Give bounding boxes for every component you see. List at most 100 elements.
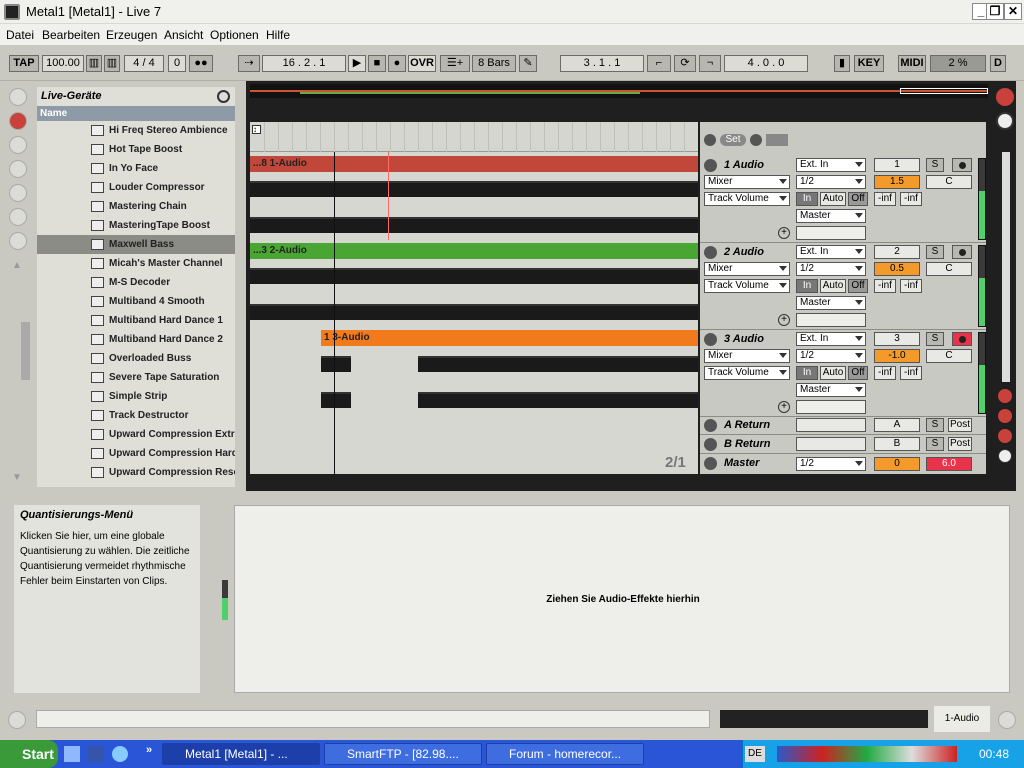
monitor-off-button[interactable]: Off (848, 279, 868, 293)
track-activator-button[interactable]: 2 (874, 245, 920, 259)
fold-icon[interactable] (704, 159, 717, 172)
loop-length-field[interactable]: 4 . 0 . 0 (724, 55, 808, 72)
return-a-input-field[interactable] (796, 418, 866, 432)
automation-device-dropdown[interactable]: Mixer (704, 349, 790, 363)
clip-1-header[interactable]: ...8 1-Audio (250, 156, 698, 172)
clip-3-waveform-bottom-a[interactable] (321, 392, 351, 408)
send-b-field[interactable]: -inf (900, 279, 922, 293)
session-view-icon[interactable] (996, 88, 1014, 106)
nudge-up-button[interactable]: ▥ (104, 55, 120, 72)
previous-locator-icon[interactable] (704, 134, 716, 146)
output-channel-field[interactable] (796, 226, 866, 240)
device-list-item[interactable]: In Yo Face (37, 159, 235, 178)
automation-device-dropdown[interactable]: Mixer (704, 262, 790, 276)
master-track[interactable]: Master 1/2 0 6.0 (700, 454, 986, 474)
add-lane-icon[interactable]: + (778, 227, 790, 239)
midi-map-button[interactable]: MIDI (898, 55, 926, 72)
monitor-off-button[interactable]: Off (848, 192, 868, 206)
ie-icon[interactable] (112, 746, 128, 762)
arm-record-button[interactable] (952, 158, 972, 172)
draw-mode-button[interactable]: ✎ (519, 55, 537, 72)
play-preview-icon[interactable] (9, 88, 27, 106)
arm-record-button[interactable] (952, 245, 972, 259)
sends-toggle-icon[interactable] (998, 409, 1012, 423)
device-list-item[interactable]: Maxwell Bass (37, 235, 235, 254)
quantize-menu-icon[interactable]: ☰+ (440, 55, 470, 72)
clip-1-waveform-bottom[interactable] (250, 217, 698, 233)
menu-ansicht[interactable]: Ansicht (164, 28, 203, 42)
zoom-icon[interactable]: ↕ (252, 125, 261, 134)
browser-scrollbar[interactable] (21, 322, 30, 380)
return-a-number[interactable]: A (874, 418, 920, 432)
automation-parameter-dropdown[interactable]: Track Volume (704, 192, 790, 206)
follow-button[interactable]: ⇢ (238, 55, 260, 72)
tray-icons[interactable] (777, 746, 957, 762)
track-volume-field[interactable]: 0.5 (874, 262, 920, 276)
menu-bearbeiten[interactable]: Bearbeiten (42, 28, 100, 42)
input-type-dropdown[interactable]: Ext. In (796, 158, 866, 172)
punch-out-button[interactable]: ¬ (699, 55, 721, 72)
automation-parameter-dropdown[interactable]: Track Volume (704, 366, 790, 380)
file-browser-2-icon[interactable] (9, 184, 27, 202)
clip-2-waveform-top[interactable] (250, 268, 698, 284)
monitor-auto-button[interactable]: Auto (820, 366, 846, 380)
fold-icon[interactable] (704, 438, 717, 451)
track-name[interactable]: 3 Audio (724, 333, 764, 345)
send-b-field[interactable]: -inf (900, 192, 922, 206)
output-dropdown[interactable]: Master (796, 209, 866, 223)
automation-device-dropdown[interactable]: Mixer (704, 175, 790, 189)
io-toggle-icon[interactable] (998, 389, 1012, 403)
send-a-field[interactable]: -inf (874, 366, 896, 380)
quantize-dropdown[interactable]: 8 Bars (472, 55, 516, 72)
menu-erzeugen[interactable]: Erzeugen (106, 28, 157, 42)
master-volume-field[interactable]: 0 (874, 457, 920, 471)
device-list-item[interactable]: Upward Compression Extr (37, 425, 235, 444)
monitor-auto-button[interactable]: Auto (820, 192, 846, 206)
device-list-item[interactable]: Mastering Chain (37, 197, 235, 216)
show-desktop-icon[interactable] (64, 746, 80, 762)
refresh-icon[interactable] (9, 232, 27, 250)
device-list-item[interactable]: Simple Strip (37, 387, 235, 406)
device-list-item[interactable]: Track Destructor (37, 406, 235, 425)
arm-record-button[interactable] (952, 332, 972, 346)
clip-1-waveform-top[interactable] (250, 181, 698, 197)
device-drop-area[interactable]: Ziehen Sie Audio-Effekte hierhin (234, 505, 1010, 693)
fold-icon[interactable] (704, 419, 717, 432)
automation-parameter-dropdown[interactable]: Track Volume (704, 279, 790, 293)
beat-ruler[interactable]: ↕ (250, 122, 698, 152)
add-lane-icon[interactable]: + (778, 314, 790, 326)
down-arrow-icon[interactable]: ▼ (12, 472, 22, 483)
monitor-off-button[interactable]: Off (848, 366, 868, 380)
master-channel-dropdown[interactable]: 1/2 (796, 457, 866, 471)
plugin-devices-icon[interactable] (9, 136, 27, 154)
return-b-input-field[interactable] (796, 437, 866, 451)
menu-optionen[interactable]: Optionen (210, 28, 259, 42)
monitor-auto-button[interactable]: Auto (820, 279, 846, 293)
stop-button[interactable]: ■ (368, 55, 386, 72)
loop-start-field[interactable]: 3 . 1 . 1 (560, 55, 644, 72)
clip-3-waveform-top-b[interactable] (418, 356, 698, 372)
mixer-toggle-icon[interactable] (998, 429, 1012, 443)
task-live[interactable]: Metal1 [Metal1] - ... (162, 743, 320, 765)
arrangement-view-icon[interactable] (996, 112, 1014, 130)
device-list-item[interactable]: MasteringTape Boost (37, 216, 235, 235)
arrangement-scrollbar[interactable] (1002, 152, 1010, 382)
fold-icon[interactable] (704, 457, 717, 470)
solo-button[interactable]: S (926, 158, 944, 172)
track-volume-field[interactable]: -1.0 (874, 349, 920, 363)
clip-3-header[interactable]: 1 3-Audio (321, 330, 698, 346)
clip-2-waveform-bottom[interactable] (250, 304, 698, 320)
input-type-dropdown[interactable]: Ext. In (796, 332, 866, 346)
name-column-header[interactable]: Name (37, 106, 235, 121)
groove-field[interactable]: 0 (168, 55, 186, 72)
device-list-item[interactable]: Micah's Master Channel (37, 254, 235, 273)
lock-icon[interactable] (766, 134, 788, 146)
fold-icon[interactable] (704, 333, 717, 346)
monitor-in-button[interactable]: In (796, 366, 818, 380)
nudge-down-button[interactable]: ▥ (86, 55, 102, 72)
monitor-in-button[interactable]: In (796, 279, 818, 293)
delay-toggle-icon[interactable] (998, 449, 1012, 463)
record-button[interactable]: ● (388, 55, 406, 72)
punch-in-button[interactable]: ⌐ (647, 55, 671, 72)
audio-track-header[interactable]: 1 Audio Ext. In 1 S Mixer 1/2 1.5 C Track Volume… (700, 156, 986, 243)
